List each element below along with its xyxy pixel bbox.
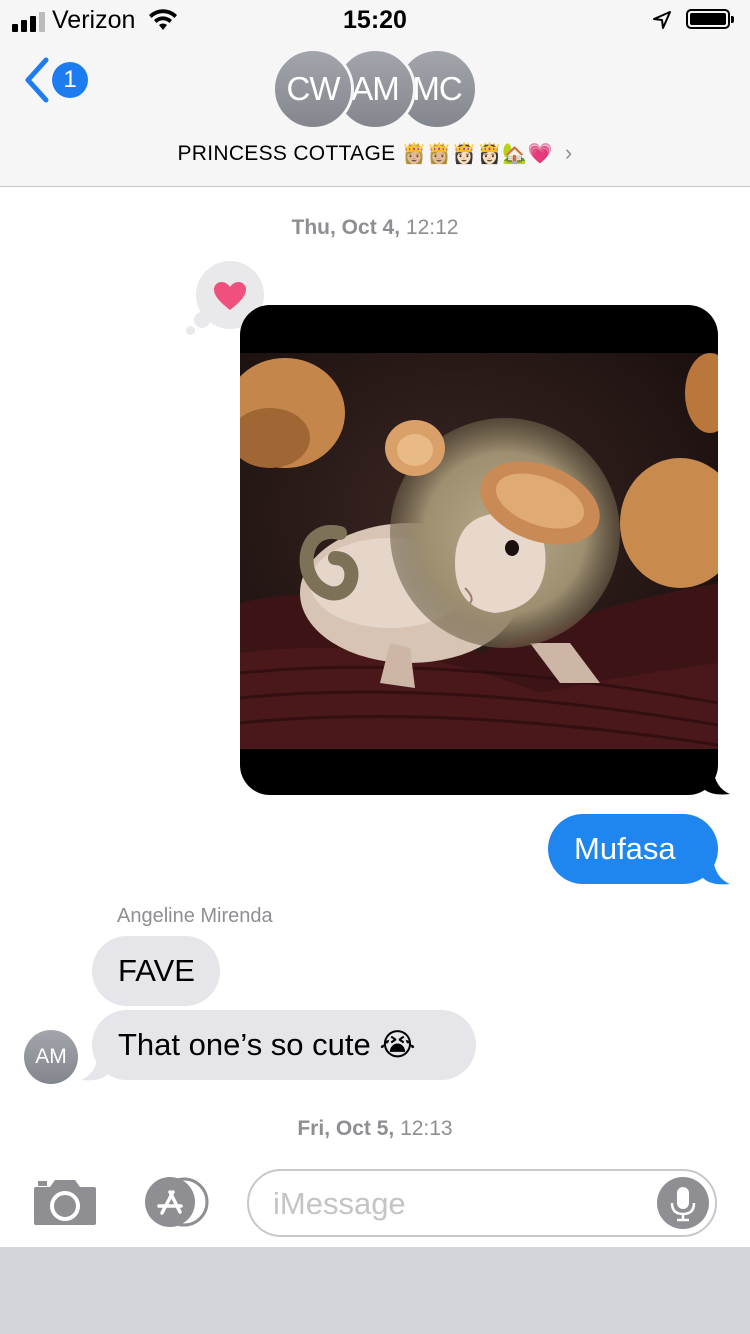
chevron-right-icon: › <box>564 140 573 165</box>
dictation-button[interactable] <box>657 1177 709 1229</box>
tapback-tail <box>186 326 195 335</box>
bubble-tail <box>703 858 730 885</box>
battery-icon <box>686 9 734 29</box>
outgoing-message[interactable]: Mufasa <box>548 814 718 884</box>
incoming-message[interactable]: That one’s so cute 😭 <box>92 1010 476 1080</box>
group-avatars[interactable]: MC AM CW <box>272 48 478 130</box>
unread-badge: 1 <box>52 62 88 98</box>
heart-icon <box>214 282 246 310</box>
group-title[interactable]: PRINCESS COTTAGE 👸🏼👸🏼👸🏻👸🏻🏡💗 › <box>0 140 750 166</box>
message-input-field[interactable] <box>247 1169 717 1237</box>
message-timestamp: Thu, Oct 4, 12:12 <box>0 216 750 240</box>
microphone-icon <box>670 1187 696 1222</box>
keyboard-area <box>0 1247 750 1334</box>
group-name-text: PRINCESS COTTAGE <box>177 142 396 165</box>
bubble-tail <box>81 1054 108 1081</box>
conversation-header: Verizon 15:20 1 MC AM CW PRINCESS COTTAG… <box>0 0 750 187</box>
group-name-emojis: 👸🏼👸🏼👸🏻👸🏻🏡💗 <box>401 141 553 165</box>
compose-bar <box>0 1155 750 1247</box>
bubble-tail <box>705 768 730 795</box>
status-bar: Verizon 15:20 <box>0 0 750 40</box>
avatar: CW <box>272 48 354 130</box>
message-timestamp: Fri, Oct 5, 12:13 <box>0 1117 750 1141</box>
crying-emoji: 😭 <box>379 1027 416 1063</box>
sender-name: Angeline Mirenda <box>117 905 273 927</box>
sender-avatar[interactable]: AM <box>24 1030 78 1084</box>
photo-message[interactable] <box>240 305 718 795</box>
app-store-icon[interactable] <box>140 1177 212 1227</box>
photo-attachment-image <box>240 353 718 749</box>
back-button[interactable]: 1 <box>22 56 94 104</box>
timestamp-time: 12:13 <box>400 1117 453 1140</box>
message-text: That one’s so cute <box>118 1027 371 1062</box>
incoming-message[interactable]: FAVE <box>92 936 220 1006</box>
timestamp-day: Fri, Oct 5, <box>297 1117 395 1140</box>
status-time: 15:20 <box>343 6 407 34</box>
location-arrow-icon <box>653 11 671 29</box>
timestamp-time: 12:12 <box>405 216 459 239</box>
camera-icon[interactable] <box>32 1177 98 1227</box>
timestamp-day: Thu, Oct 4, <box>291 216 401 239</box>
chevron-left-icon <box>25 57 49 103</box>
message-input[interactable] <box>271 1171 655 1237</box>
